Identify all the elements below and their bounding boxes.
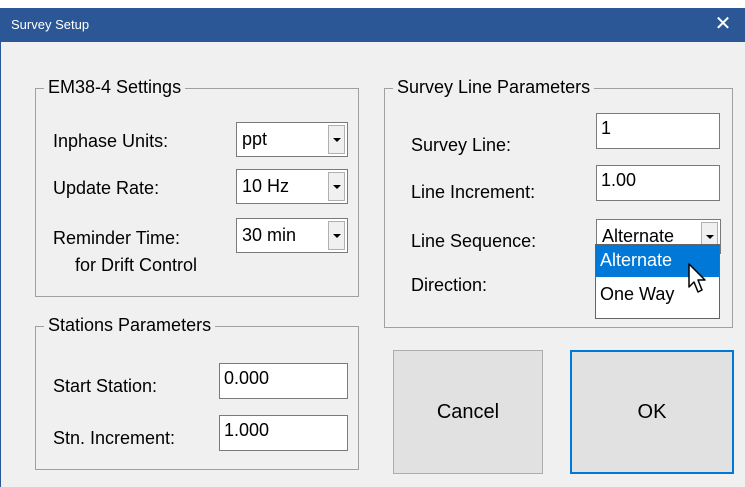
inphase-units-value: ppt xyxy=(242,129,268,149)
ok-button[interactable]: OK xyxy=(570,350,734,474)
survey-line-value: 1 xyxy=(601,118,612,138)
chevron-down-icon[interactable] xyxy=(328,172,345,201)
direction-label: Direction: xyxy=(411,275,488,295)
chevron-down-icon[interactable] xyxy=(328,221,345,250)
inphase-units-select[interactable]: ppt xyxy=(236,122,348,157)
chevron-down-icon[interactable] xyxy=(328,125,345,154)
mouse-cursor-icon xyxy=(688,263,706,293)
top-strip xyxy=(0,0,745,8)
stations-parameters-title: Stations Parameters xyxy=(44,315,216,336)
update-rate-value: 10 Hz xyxy=(242,176,290,196)
stn-increment-value: 1.000 xyxy=(224,420,270,440)
start-station-value: 0.000 xyxy=(224,368,270,388)
inphase-units-label: Inphase Units: xyxy=(53,131,169,151)
line-increment-input[interactable]: 1.00 xyxy=(596,165,720,201)
start-station-label: Start Station: xyxy=(53,376,158,396)
window-title: Survey Setup xyxy=(11,17,90,32)
reminder-time-label: Reminder Time: xyxy=(53,228,181,248)
update-rate-label: Update Rate: xyxy=(53,178,160,198)
update-rate-select[interactable]: 10 Hz xyxy=(236,169,348,204)
line-increment-value: 1.00 xyxy=(601,170,637,190)
survey-line-parameters-title: Survey Line Parameters xyxy=(393,77,595,98)
survey-line-label: Survey Line: xyxy=(411,135,512,155)
cancel-button[interactable]: Cancel xyxy=(393,350,543,474)
drift-control-label: for Drift Control xyxy=(75,255,198,275)
start-station-input[interactable]: 0.000 xyxy=(219,363,348,399)
reminder-time-value: 30 min xyxy=(242,225,297,245)
line-increment-label: Line Increment: xyxy=(411,182,536,202)
line-sequence-label: Line Sequence: xyxy=(411,231,537,251)
title-bar[interactable]: Survey Setup ✕ xyxy=(1,8,745,42)
stn-increment-input[interactable]: 1.000 xyxy=(219,415,348,451)
reminder-time-select[interactable]: 30 min xyxy=(236,218,348,253)
em38-settings-title: EM38-4 Settings xyxy=(44,77,186,98)
close-icon[interactable]: ✕ xyxy=(700,8,745,42)
survey-line-input[interactable]: 1 xyxy=(596,113,720,149)
stn-increment-label: Stn. Increment: xyxy=(53,428,176,448)
